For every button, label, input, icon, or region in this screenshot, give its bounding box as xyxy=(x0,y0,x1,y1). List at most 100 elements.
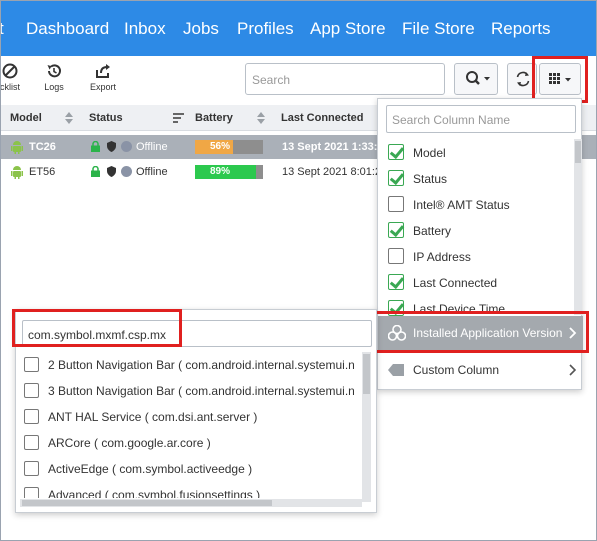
blocklist-icon xyxy=(2,63,18,79)
checkbox-checked[interactable] xyxy=(388,300,404,316)
battery-value: 56% xyxy=(209,141,230,152)
column-option-label: Intel® AMT Status xyxy=(413,198,510,212)
checkbox-unchecked[interactable] xyxy=(24,461,39,476)
checkbox-unchecked[interactable] xyxy=(24,409,39,424)
shield-icon xyxy=(107,166,116,177)
app-window: t Dashboard Inbox Jobs Profiles App Stor… xyxy=(0,0,597,541)
status-dot-icon xyxy=(121,166,132,177)
checkbox-checked[interactable] xyxy=(388,144,404,160)
column-option-label: Model xyxy=(413,146,446,160)
custom-column-item[interactable]: Custom Column xyxy=(378,360,583,380)
scrollbar-thumb[interactable] xyxy=(363,354,370,394)
row-status: Offline xyxy=(136,166,168,178)
logs-tool[interactable]: Logs xyxy=(39,62,69,92)
app-option-label: ARCore ( com.google.ar.core ) xyxy=(48,436,211,450)
column-option-label: Last Connected xyxy=(413,276,498,290)
installed-app-version-label: Installed Application Version xyxy=(413,326,563,340)
installed-app-version-item[interactable]: Installed Application Version xyxy=(378,316,583,350)
row-status: Offline xyxy=(136,141,168,153)
col-header-battery[interactable]: Battery xyxy=(195,112,233,124)
column-chooser-menu: Search Column Name Model Status Intel® A… xyxy=(377,98,583,390)
nav-item-dashboard[interactable]: Dashboard xyxy=(26,19,109,39)
custom-column-label: Custom Column xyxy=(413,363,500,377)
sort-icon[interactable] xyxy=(257,112,265,124)
filter-lines-icon[interactable] xyxy=(173,113,184,123)
nav-item-jobs[interactable]: Jobs xyxy=(183,19,219,39)
blocklist-tool[interactable]: cklist xyxy=(0,62,27,92)
top-nav: t Dashboard Inbox Jobs Profiles App Stor… xyxy=(1,1,596,56)
checkbox-unchecked[interactable] xyxy=(24,357,39,372)
app-option-label: Advanced ( com.symbol.fusionsettings ) xyxy=(48,488,261,498)
nav-item-truncated[interactable]: t xyxy=(1,19,4,39)
row-last-connected: 13 Sept 2021 8:01:2 xyxy=(282,166,382,178)
app-option[interactable]: ANT HAL Service ( com.dsi.ant.server ) xyxy=(24,408,354,428)
battery-bar: 56% xyxy=(195,140,263,154)
app-option[interactable]: Advanced ( com.symbol.fusionsettings ) xyxy=(24,486,354,498)
logs-label: Logs xyxy=(44,82,64,92)
checkbox-unchecked[interactable] xyxy=(24,435,39,450)
column-list-scrollbar[interactable] xyxy=(574,139,582,315)
lock-icon xyxy=(91,166,100,177)
sort-icon[interactable] xyxy=(65,112,73,124)
zoom-dropdown-icon xyxy=(466,71,490,85)
scrollbar-thumb[interactable] xyxy=(22,500,272,506)
col-header-status[interactable]: Status xyxy=(89,112,123,124)
checkbox-unchecked[interactable] xyxy=(24,383,39,398)
app-list-horizontal-scrollbar[interactable] xyxy=(20,499,362,507)
nav-item-inbox[interactable]: Inbox xyxy=(124,19,166,39)
app-option[interactable]: ActiveEdge ( com.symbol.activeedge ) xyxy=(24,460,354,480)
nav-item-file-store[interactable]: File Store xyxy=(402,19,475,39)
refresh-icon xyxy=(516,71,530,87)
app-list-vertical-scrollbar[interactable] xyxy=(362,352,371,502)
app-search-input[interactable]: com.symbol.mxmf.csp.mx xyxy=(22,320,372,347)
blocklist-label: cklist xyxy=(0,82,20,92)
row-model: ET56 xyxy=(29,166,56,178)
battery-value: 89% xyxy=(209,166,230,177)
app-option[interactable]: ARCore ( com.google.ar.core ) xyxy=(24,434,354,454)
app-option[interactable]: 3 Button Navigation Bar ( com.android.in… xyxy=(24,382,354,402)
checkbox-unchecked[interactable] xyxy=(388,196,404,212)
column-option-label: IP Address xyxy=(413,250,471,264)
lock-icon xyxy=(91,141,100,152)
nav-item-reports[interactable]: Reports xyxy=(491,19,551,39)
apps-cluster-icon xyxy=(388,325,406,341)
checkbox-checked[interactable] xyxy=(388,222,404,238)
refresh-button[interactable] xyxy=(507,63,537,95)
shield-icon xyxy=(107,141,116,152)
battery-bar: 89% xyxy=(195,165,263,179)
export-tool[interactable]: Export xyxy=(85,62,121,92)
history-icon xyxy=(47,64,61,78)
checkbox-unchecked[interactable] xyxy=(388,248,404,264)
row-model: TC26 xyxy=(29,141,56,153)
chevron-right-icon xyxy=(569,364,577,376)
column-search-input[interactable]: Search Column Name xyxy=(386,105,576,133)
tag-icon xyxy=(388,364,404,376)
checkbox-unchecked[interactable] xyxy=(24,487,39,498)
col-header-model[interactable]: Model xyxy=(10,112,42,124)
app-option-label: 3 Button Navigation Bar ( com.android.in… xyxy=(48,384,354,398)
zoom-dropdown-button[interactable] xyxy=(454,63,498,95)
export-label: Export xyxy=(89,82,116,92)
checkbox-checked[interactable] xyxy=(388,170,404,186)
export-icon xyxy=(96,64,110,78)
status-dot-icon xyxy=(121,141,132,152)
grid-columns-icon xyxy=(549,73,571,84)
search-input[interactable]: Search xyxy=(245,63,445,95)
app-option-label: ActiveEdge ( com.symbol.activeedge ) xyxy=(48,462,253,476)
installed-apps-submenu: com.symbol.mxmf.csp.mx 2 Button Navigati… xyxy=(15,309,377,513)
column-option-label: Last Device Time xyxy=(413,302,506,316)
column-option-label: Status xyxy=(413,172,448,186)
nav-item-profiles[interactable]: Profiles xyxy=(237,19,294,39)
column-option-label: Battery xyxy=(413,224,452,238)
app-option-label: ANT HAL Service ( com.dsi.ant.server ) xyxy=(48,410,258,424)
android-icon xyxy=(11,166,23,179)
android-icon xyxy=(11,141,23,154)
chevron-right-icon xyxy=(569,327,577,339)
columns-dropdown-button[interactable] xyxy=(539,63,581,95)
checkbox-checked[interactable] xyxy=(388,274,404,290)
nav-item-app-store[interactable]: App Store xyxy=(310,19,386,39)
col-header-last-connected[interactable]: Last Connected xyxy=(281,112,364,124)
row-last-connected: 13 Sept 2021 1:33:2 xyxy=(282,141,384,153)
scrollbar-thumb[interactable] xyxy=(575,141,581,163)
app-option[interactable]: 2 Button Navigation Bar ( com.android.in… xyxy=(24,356,354,376)
